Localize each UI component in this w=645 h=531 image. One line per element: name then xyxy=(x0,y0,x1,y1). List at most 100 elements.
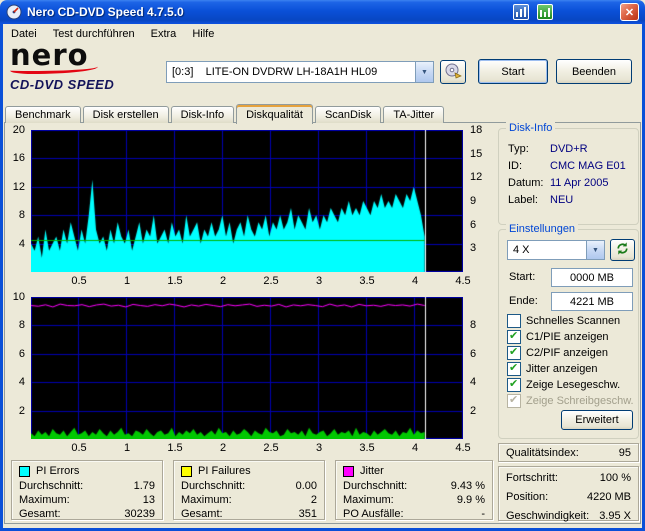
stat-value: 351 xyxy=(298,508,317,520)
jitter-x-axis: 0.5 1 1.5 2 2.5 3 3.5 4 4.5 xyxy=(31,441,470,454)
tick-label: 6 xyxy=(470,347,477,360)
start-offset-input[interactable] xyxy=(551,268,633,287)
tick-label: 3.5 xyxy=(359,275,375,287)
disk-date-value: 11 Apr 2005 xyxy=(550,177,609,189)
tick-label: 2 xyxy=(219,442,227,454)
disk-id-value: CMC MAG E01 xyxy=(550,160,626,172)
checkbox-jitter-anzeigen[interactable]: Jitter anzeigen xyxy=(507,361,598,376)
start-button[interactable]: Start xyxy=(478,59,548,84)
stat-label: Maximum: xyxy=(19,494,70,506)
tabstrip: Benchmark Disk erstellen Disk-Info Diskq… xyxy=(5,103,446,124)
jitter-right-axis: 8 6 4 2 xyxy=(466,297,488,439)
jitter-swatch xyxy=(343,465,354,477)
checkbox-label: Jitter anzeigen xyxy=(526,363,598,375)
stat-value: 30239 xyxy=(124,508,155,520)
close-icon[interactable]: ✕ xyxy=(620,3,639,21)
tick-label: 1 xyxy=(123,442,131,454)
pi-errors-panel: PI Errors Durchschnitt: 1.79 Maximum: 13 G… xyxy=(11,460,163,520)
pi-errors-left-axis: 20 16 12 8 4 xyxy=(5,124,28,272)
checkbox-icon[interactable] xyxy=(507,314,521,328)
tick-label: 20 xyxy=(12,124,25,136)
checkbox-icon xyxy=(507,393,521,408)
tick-label: 1.5 xyxy=(167,442,183,454)
drive-eject-button[interactable] xyxy=(440,60,466,84)
nero-logo-product: CD-DVD SPEED xyxy=(10,77,115,92)
tick-label: 4.5 xyxy=(455,275,471,287)
refresh-drive-button[interactable] xyxy=(610,239,635,261)
menu-item-hilfe[interactable]: Hilfe xyxy=(184,25,222,43)
app-window: Nero CD-DVD Speed 4.7.5.0 ✕ Datei Test d… xyxy=(0,0,645,531)
chevron-down-icon[interactable]: ▼ xyxy=(586,241,604,259)
checkbox-icon[interactable] xyxy=(507,377,521,392)
tick-label: 12 xyxy=(12,180,25,193)
disk-info-caption: Disk-Info xyxy=(506,122,556,134)
nero-logo: nero CD-DVD SPEED xyxy=(10,41,162,92)
progress-panel: Fortschritt: 100 % Position: 4220 MB Gesch… xyxy=(498,466,639,522)
pi-failures-panel: PI Failures Durchschnitt: 0.00 Maximum: 2 … xyxy=(173,460,325,520)
titlebar-chart-icon-green[interactable] xyxy=(537,4,553,20)
speed-select-value: 4 X xyxy=(513,244,530,256)
app-icon xyxy=(6,4,22,20)
tick-label: 8 xyxy=(470,319,477,332)
disk-info-label: ID: xyxy=(508,160,523,172)
tick-label: 8 xyxy=(18,319,25,332)
stat-label: Durchschnitt: xyxy=(181,480,246,492)
stat-label: Durchschnitt: xyxy=(343,480,408,492)
checkbox-zeige-lesegeschw[interactable]: Zeige Lesegeschw. xyxy=(507,377,621,392)
checkbox-c1-pie-anzeigen[interactable]: C1/PIE anzeigen xyxy=(507,329,609,344)
tab-disk-info[interactable]: Disk-Info xyxy=(170,106,235,123)
progress-label: Fortschritt: xyxy=(506,472,558,484)
disc-hand-icon xyxy=(444,63,462,82)
disk-label-value: NEU xyxy=(550,194,574,206)
checkbox-label: Zeige Lesegeschw. xyxy=(526,379,621,391)
disk-info-label: Typ: xyxy=(508,143,529,155)
checkbox-label: Zeige Schreibgeschw. xyxy=(526,395,634,407)
checkbox-schnelles-scannen[interactable]: Schnelles Scannen xyxy=(507,314,620,328)
speed-label: Geschwindigkeit: xyxy=(506,510,590,522)
tab-disk-erstellen[interactable]: Disk erstellen xyxy=(82,106,169,123)
checkbox-icon[interactable] xyxy=(507,329,521,344)
stat-label: PO Ausfälle: xyxy=(343,508,404,520)
pi-errors-x-axis: 0.5 1 1.5 2 2.5 3 3.5 4 4.5 xyxy=(31,274,470,287)
checkbox-icon[interactable] xyxy=(507,345,521,360)
drive-select[interactable]: [0:3] LITE-ON DVDRW LH-18A1H HL09 ▼ xyxy=(166,61,434,83)
stat-value: 9.43 % xyxy=(450,480,485,492)
menu-item-extra[interactable]: Extra xyxy=(143,25,185,43)
stat-label: Gesamt: xyxy=(19,508,61,520)
tab-scandisk[interactable]: ScanDisk xyxy=(314,106,382,123)
tick-label: 3 xyxy=(315,442,323,454)
position-value: 4220 MB xyxy=(586,491,631,503)
speed-select[interactable]: 4 X ▼ xyxy=(507,240,605,260)
tick-label: 18 xyxy=(470,124,483,136)
stat-value: 1.79 xyxy=(133,480,155,492)
titlebar-chart-icon-blue[interactable] xyxy=(513,4,529,20)
checkbox-label: Schnelles Scannen xyxy=(526,315,621,327)
tick-label: 0.5 xyxy=(71,275,87,287)
quit-button[interactable]: Beenden xyxy=(556,59,632,84)
checkbox-label: C1/PIE anzeigen xyxy=(526,331,609,343)
speed-value: 3.95 X xyxy=(599,510,631,522)
tick-label: 8 xyxy=(18,209,25,222)
tab-ta-jitter[interactable]: TA-Jitter xyxy=(383,106,445,123)
tick-label: 2 xyxy=(470,404,477,417)
jitter-left-axis: 10 8 6 4 2 xyxy=(5,291,28,439)
tab-benchmark[interactable]: Benchmark xyxy=(5,106,81,123)
end-offset-input[interactable] xyxy=(551,292,633,311)
checkbox-c2-pif-anzeigen[interactable]: C2/PIF anzeigen xyxy=(507,345,608,360)
disk-info-label: Datum: xyxy=(508,177,544,189)
tick-label: 4 xyxy=(18,237,25,250)
tick-label: 10 xyxy=(12,291,25,303)
tab-diskqualitaet[interactable]: Diskqualität xyxy=(236,104,313,124)
tick-label: 4 xyxy=(470,376,477,389)
checkbox-icon[interactable] xyxy=(507,361,521,376)
tick-label: 6 xyxy=(18,347,25,360)
drive-select-value: [0:3] LITE-ON DVDRW LH-18A1H HL09 xyxy=(172,66,378,78)
tick-label: 4 xyxy=(411,275,419,287)
advanced-button[interactable]: Erweitert xyxy=(561,410,633,430)
pi-errors-swatch xyxy=(19,465,30,477)
settings-group: Einstellungen 4 X ▼ Start: Ende: Schnell… xyxy=(498,223,639,439)
tick-label: 12 xyxy=(470,171,483,184)
quality-index-label: Qualitätsindex: xyxy=(506,446,579,459)
chevron-down-icon[interactable]: ▼ xyxy=(415,62,433,82)
stat-value: 9.9 % xyxy=(456,494,485,506)
